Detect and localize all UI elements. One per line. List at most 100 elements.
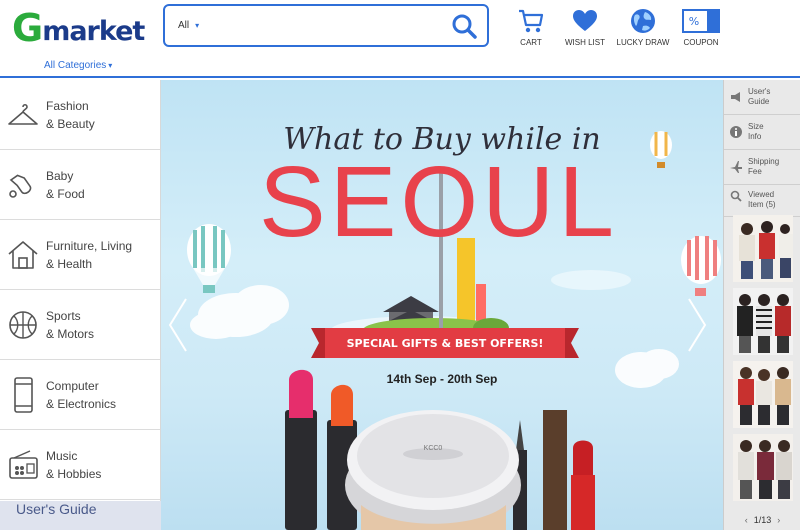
category-label-line2: & Beauty xyxy=(46,116,95,131)
cart-label: CART xyxy=(520,38,542,47)
chevron-down-icon: ▾ xyxy=(195,21,200,30)
chevron-left-icon xyxy=(168,298,187,352)
pager-prev-button[interactable]: ‹ xyxy=(745,515,748,525)
category-furniture-living-health[interactable]: Furniture, Living & Health xyxy=(0,220,160,290)
category-label-line1: Music xyxy=(46,448,78,463)
coupon-button[interactable]: % COUPON xyxy=(673,6,729,47)
viewed-label-line2: Item (5) xyxy=(748,200,776,209)
category-label-line2: & Health xyxy=(46,256,93,271)
category-label-line2: & Food xyxy=(46,186,85,201)
quick-label-line1: Size xyxy=(748,122,764,131)
banner-ribbon: SPECIAL GIFTS & BEST OFFERS! xyxy=(325,328,565,358)
radio-icon xyxy=(0,430,46,500)
gmarket-logo[interactable]: G market xyxy=(12,6,145,50)
rattle-icon xyxy=(0,150,46,220)
banner-city: SEOUL xyxy=(259,146,619,258)
house-icon xyxy=(0,220,46,290)
users-guide-link[interactable]: User's Guide xyxy=(0,501,161,530)
hanger-icon xyxy=(0,80,46,150)
quick-menu: User's Guide Size Info Shipping Fee View… xyxy=(723,80,800,530)
quick-label-line1: Shipping xyxy=(748,157,780,166)
ball-icon xyxy=(0,290,46,360)
heart-icon xyxy=(572,6,598,36)
all-categories-link[interactable]: All Categories ▾ xyxy=(44,60,112,71)
plane-icon xyxy=(724,160,748,174)
category-label-line1: Furniture, Living xyxy=(46,238,133,253)
product-photo-image xyxy=(733,434,793,501)
product-photo-image xyxy=(733,288,793,355)
svg-text:%: % xyxy=(689,15,699,28)
compact-brand: KCC0 xyxy=(424,445,443,452)
users-guide-label: User's Guide xyxy=(16,501,97,517)
search-button[interactable] xyxy=(441,6,487,45)
product-photo-image xyxy=(733,361,793,428)
promo-banner[interactable]: KCC0 What to Buy while in SEOUL SPECIAL … xyxy=(161,80,723,530)
search-icon xyxy=(452,14,477,39)
globe-icon xyxy=(629,6,657,36)
viewed-item-thumbnail[interactable] xyxy=(733,434,793,501)
quick-shipping-fee[interactable]: Shipping Fee xyxy=(724,150,800,185)
category-sports-motors[interactable]: Sports & Motors xyxy=(0,290,160,360)
header-tools: CART WISH LIST LUCKY DRAW % COUPON xyxy=(505,6,729,47)
cushion-compact xyxy=(345,410,521,530)
quick-size-info[interactable]: Size Info xyxy=(724,115,800,150)
quick-label-line2: Info xyxy=(748,132,762,141)
cart-icon xyxy=(517,6,545,36)
wish-list-button[interactable]: WISH LIST xyxy=(557,6,613,47)
search-input[interactable] xyxy=(217,6,441,45)
category-fashion-beauty[interactable]: Fashion & Beauty xyxy=(0,80,160,150)
wish-list-label: WISH LIST xyxy=(564,38,605,47)
category-label-line2: & Electronics xyxy=(46,396,117,411)
category-label-line1: Baby xyxy=(46,168,74,183)
logo-wordmark: market xyxy=(42,15,145,47)
viewed-thumbnails xyxy=(733,215,793,507)
coupon-label: COUPON xyxy=(683,38,719,47)
viewed-pager: ‹ 1/13 › xyxy=(724,510,800,530)
logo-g: G xyxy=(12,6,43,50)
category-label-line2: & Hobbies xyxy=(46,466,102,481)
search-scope-value: All xyxy=(178,20,190,31)
phone-icon xyxy=(0,360,46,430)
category-label-line1: Computer xyxy=(46,378,99,393)
chevron-right-icon xyxy=(688,298,707,352)
chevron-down-icon: ▾ xyxy=(108,61,113,70)
hot-air-balloon-left xyxy=(187,224,231,293)
coupon-icon: % xyxy=(682,6,720,36)
search-bar: All ▾ xyxy=(163,4,489,47)
viewed-label-line1: Viewed xyxy=(748,190,775,199)
category-label-line1: Sports xyxy=(46,308,81,323)
quick-label-line2: Fee xyxy=(748,167,762,176)
search-icon xyxy=(724,190,748,202)
category-baby-food[interactable]: Baby & Food xyxy=(0,150,160,220)
search-scope-select[interactable]: All ▾ xyxy=(165,20,217,31)
pager-next-button[interactable]: › xyxy=(777,515,780,525)
lucky-draw-label: LUCKY DRAW xyxy=(616,38,670,47)
viewed-item-thumbnail[interactable] xyxy=(733,215,793,282)
ribbon-tail-right xyxy=(565,328,579,358)
quick-users-guide[interactable]: User's Guide xyxy=(724,80,800,115)
product-photo-image xyxy=(733,215,793,282)
banner-dates: 14th Sep - 20th Sep xyxy=(386,372,498,386)
banner-next-button[interactable] xyxy=(685,295,709,355)
quick-label-line1: User's xyxy=(748,87,771,96)
megaphone-icon xyxy=(724,90,748,104)
quick-label-line2: Guide xyxy=(748,97,770,106)
ribbon-tail-left xyxy=(311,328,325,358)
category-computer-electronics[interactable]: Computer & Electronics xyxy=(0,360,160,430)
quick-viewed-items[interactable]: Viewed Item (5) xyxy=(724,185,800,217)
ribbon-text: SPECIAL GIFTS & BEST OFFERS! xyxy=(346,336,544,350)
category-label-line1: Fashion xyxy=(46,98,89,113)
hot-air-balloon-right xyxy=(681,236,721,296)
category-sidebar: Fashion & Beauty Baby & Food Furniture, … xyxy=(0,80,161,530)
category-music-hobbies[interactable]: Music & Hobbies xyxy=(0,430,160,500)
viewed-item-thumbnail[interactable] xyxy=(733,288,793,355)
lucky-draw-button[interactable]: LUCKY DRAW xyxy=(613,6,673,47)
viewed-item-thumbnail[interactable] xyxy=(733,361,793,428)
site-header: G market All Categories ▾ All ▾ CART WIS… xyxy=(0,0,800,78)
cart-button[interactable]: CART xyxy=(505,6,557,47)
banner-prev-button[interactable] xyxy=(166,295,190,355)
category-label-line2: & Motors xyxy=(46,326,95,341)
all-categories-label: All Categories xyxy=(44,60,107,71)
info-icon xyxy=(724,125,748,139)
pager-value: 1/13 xyxy=(753,515,772,525)
